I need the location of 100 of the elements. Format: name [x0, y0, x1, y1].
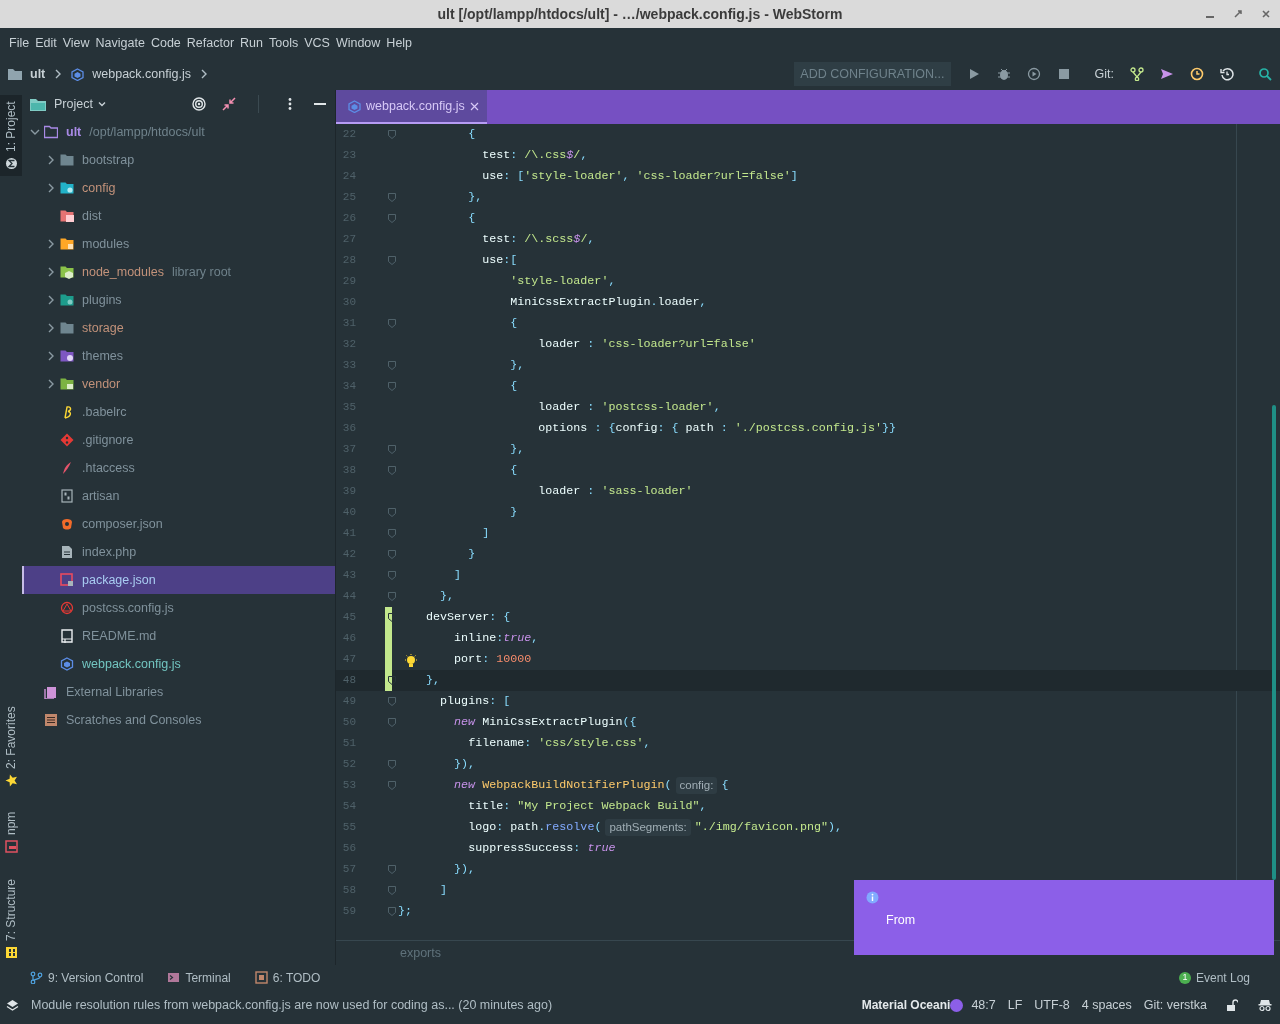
- fold-marker-icon[interactable]: [388, 697, 396, 706]
- stop-icon[interactable]: [1056, 67, 1071, 81]
- tree-item[interactable]: storage: [46, 318, 124, 338]
- fold-marker-icon[interactable]: [388, 319, 396, 328]
- breadcrumb-item[interactable]: ult: [30, 64, 46, 84]
- tree-item[interactable]: Scratches and Consoles: [30, 710, 202, 730]
- menu-item[interactable]: View: [59, 33, 93, 53]
- fold-marker-icon[interactable]: [388, 907, 396, 916]
- fold-marker-icon[interactable]: [388, 382, 396, 391]
- tree-item[interactable]: node_modules library root: [46, 262, 232, 282]
- tree-item[interactable]: composer.json: [46, 514, 163, 534]
- tree-item[interactable]: config: [46, 178, 116, 198]
- fold-marker-icon[interactable]: [388, 550, 396, 559]
- collapse-icon[interactable]: [222, 97, 236, 111]
- tool-window-tab[interactable]: 7: Structure: [0, 872, 22, 965]
- code-text: "./img/favicon.png"),: [694, 818, 843, 836]
- menu-item[interactable]: Navigate: [92, 33, 148, 53]
- theme-name[interactable]: Material Oceani: [861, 996, 951, 1014]
- scrollbar-thumb[interactable]: [1272, 405, 1276, 880]
- close-icon[interactable]: [469, 101, 479, 111]
- tree-item[interactable]: webpack.config.js: [46, 654, 181, 674]
- menu-item[interactable]: Code: [147, 33, 184, 53]
- caret-position[interactable]: 48:7: [971, 995, 996, 1015]
- code-text: }: [510, 503, 518, 521]
- menu-item[interactable]: VCS: [301, 33, 333, 53]
- menu-item[interactable]: Run: [237, 33, 266, 53]
- tree-item[interactable]: External Libraries: [30, 682, 164, 702]
- restore-icon[interactable]: [1232, 8, 1244, 20]
- tree-item[interactable]: postcss.config.js: [46, 598, 174, 618]
- code-text: test: /\.css$/,: [482, 146, 588, 164]
- fold-marker-icon[interactable]: [388, 130, 396, 139]
- fold-marker-icon[interactable]: [388, 445, 396, 454]
- target-icon[interactable]: [192, 97, 206, 111]
- fold-marker-icon[interactable]: [388, 760, 396, 769]
- debug-icon[interactable]: [996, 67, 1011, 81]
- tree-item[interactable]: .gitignore: [46, 430, 134, 450]
- history-icon[interactable]: [1190, 67, 1204, 81]
- fold-marker-icon[interactable]: [388, 676, 396, 685]
- menu-item[interactable]: Window: [332, 33, 384, 53]
- terminal-icon: [167, 971, 181, 984]
- menu-item[interactable]: Help: [383, 33, 416, 53]
- fold-marker-icon[interactable]: [388, 865, 396, 874]
- close-icon[interactable]: [1260, 8, 1272, 20]
- tool-window-button[interactable]: Terminal: [167, 968, 231, 987]
- code-text: loader : 'postcss-loader',: [538, 398, 721, 416]
- fold-marker-icon[interactable]: [388, 718, 396, 727]
- inspector-icon[interactable]: [1258, 998, 1272, 1012]
- tool-window-tab[interactable]: 2: Favorites: [0, 700, 22, 793]
- menu-item[interactable]: File: [6, 33, 33, 53]
- fold-marker-icon[interactable]: [388, 571, 396, 580]
- tree-item[interactable]: .htaccess: [46, 458, 135, 478]
- fold-marker-icon[interactable]: [388, 361, 396, 370]
- file-encoding[interactable]: UTF-8: [1034, 995, 1070, 1015]
- editor-tab[interactable]: webpack.config.js: [336, 90, 487, 124]
- tree-item[interactable]: .babelrc: [46, 402, 127, 422]
- fold-marker-icon[interactable]: [388, 592, 396, 601]
- revert-icon[interactable]: [1220, 67, 1234, 81]
- coverage-icon[interactable]: [1026, 67, 1041, 81]
- fold-marker-icon[interactable]: [388, 781, 396, 790]
- git-icon: [60, 433, 74, 447]
- menu-item[interactable]: Refactor: [183, 33, 238, 53]
- fold-marker-icon[interactable]: [388, 508, 396, 517]
- tree-item[interactable]: artisan: [46, 486, 120, 506]
- indent-setting[interactable]: 4 spaces: [1081, 995, 1132, 1015]
- code-text: {: [721, 776, 729, 794]
- git-branch[interactable]: Git: verstka: [1143, 995, 1207, 1015]
- fold-marker-icon[interactable]: [388, 214, 396, 223]
- breadcrumb-item[interactable]: webpack.config.js: [92, 64, 191, 84]
- tool-window-tab[interactable]: 1: Project: [0, 95, 22, 176]
- send-icon[interactable]: [1160, 67, 1174, 81]
- tree-item[interactable]: bootstrap: [46, 150, 135, 170]
- tree-item[interactable]: index.php: [46, 542, 137, 562]
- branch-icon[interactable]: [1130, 67, 1144, 81]
- tool-window-button[interactable]: 6: TODO: [254, 968, 321, 987]
- code-text: plugins: [: [440, 692, 511, 710]
- tree-item[interactable]: package.json: [46, 570, 156, 590]
- tool-window-tab[interactable]: npm: [0, 806, 22, 860]
- tree-item[interactable]: dist: [46, 206, 102, 226]
- fold-marker-icon[interactable]: [388, 529, 396, 538]
- structure-icon: [4, 946, 18, 959]
- code-text: {: [510, 461, 518, 479]
- line-separator[interactable]: LF: [1007, 995, 1023, 1015]
- fold-marker-icon[interactable]: [388, 193, 396, 202]
- tree-item[interactable]: plugins: [46, 290, 122, 310]
- lock-icon[interactable]: [1225, 998, 1238, 1012]
- search-icon[interactable]: [1258, 67, 1272, 81]
- fold-marker-icon[interactable]: [388, 256, 396, 265]
- tree-item[interactable]: vendor: [46, 374, 121, 394]
- fold-marker-icon[interactable]: [388, 886, 396, 895]
- tree-item[interactable]: modules: [46, 234, 130, 254]
- lightbulb-icon[interactable]: [404, 653, 418, 669]
- view-selector[interactable]: Project: [54, 94, 107, 114]
- tree-item[interactable]: ult /opt/lampp/htdocs/ult: [30, 122, 205, 142]
- tree-item[interactable]: themes: [46, 346, 123, 366]
- event-log-button[interactable]: 1 Event Log: [1178, 968, 1250, 987]
- tool-window-button[interactable]: 9: Version Control: [30, 968, 144, 987]
- fold-marker-icon[interactable]: [388, 466, 396, 475]
- tree-item[interactable]: README.md: [46, 626, 157, 646]
- menu-item[interactable]: Edit: [32, 33, 60, 53]
- menu-item[interactable]: Tools: [266, 33, 302, 53]
